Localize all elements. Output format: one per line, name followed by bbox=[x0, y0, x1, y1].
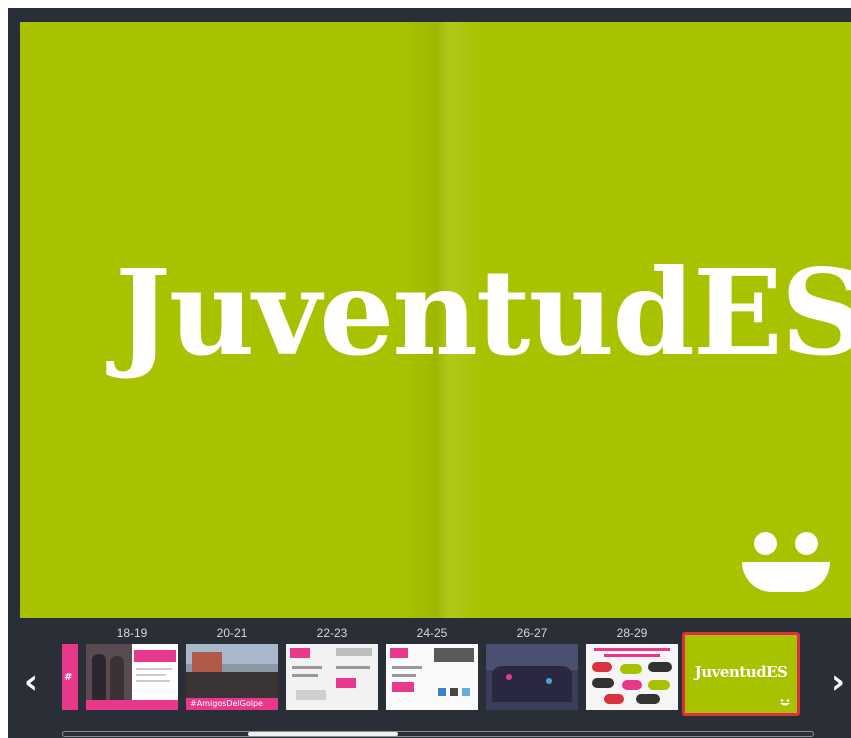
thumbnail-hashtag-text: #AmigosDelGolpe bbox=[190, 699, 263, 708]
thumbnail-22-23[interactable] bbox=[286, 644, 378, 710]
thumbnail-social-icon bbox=[438, 688, 446, 696]
thumbnail-speech-bubble bbox=[592, 662, 612, 672]
cover-title: JuventudES bbox=[115, 243, 851, 382]
smiley-eye-right bbox=[795, 532, 818, 555]
thumbnail-label-24-25: 24-25 bbox=[416, 626, 448, 640]
thumbnail-cover-title: JuventudES bbox=[694, 663, 788, 681]
thumbnail-photo-group bbox=[186, 672, 278, 700]
chevron-left-icon[interactable]: ‹ bbox=[16, 658, 46, 706]
thumbnail-photo-accent bbox=[546, 678, 552, 684]
thumbnail-speech-bubble bbox=[592, 678, 614, 688]
smiley-icon bbox=[732, 522, 840, 612]
thumbnail-speech-bubble bbox=[622, 680, 642, 690]
thumbnail-speech-bubble bbox=[648, 680, 670, 690]
thumbnail-18-19[interactable] bbox=[86, 644, 178, 710]
thumbnail-text-line bbox=[136, 674, 166, 676]
thumbnail-text-line bbox=[392, 666, 422, 669]
thumbnail-speech-bubble bbox=[620, 664, 642, 674]
thumbnail-page-partial[interactable]: # bbox=[62, 644, 78, 710]
thumbnail-28-29[interactable] bbox=[586, 644, 678, 710]
thumbnail-social-icon bbox=[450, 688, 458, 696]
thumbnail-heading-bar bbox=[290, 648, 310, 658]
chevron-right-icon[interactable]: › bbox=[823, 658, 851, 706]
thumbnail-speech-bubble bbox=[636, 694, 660, 704]
thumbnail-heading-bar bbox=[392, 682, 414, 692]
thumbnail-block bbox=[434, 648, 474, 662]
thumbnail-strip: ‹ 18-19 20-21 22-23 24-25 26-27 28-29 # bbox=[8, 618, 851, 738]
thumbnail-text-line bbox=[594, 648, 670, 651]
thumbnail-block bbox=[296, 690, 326, 700]
thumbnail-speech-bubble bbox=[604, 694, 624, 704]
smiley-eye-left bbox=[754, 532, 777, 555]
thumbnail-photo-figure bbox=[110, 656, 124, 704]
smiley-icon bbox=[780, 699, 790, 706]
thumbnail-text-line bbox=[292, 674, 318, 677]
thumbnail-label-26-27: 26-27 bbox=[516, 626, 548, 640]
thumbnail-photo-group bbox=[492, 666, 572, 702]
thumbnail-label-22-23: 22-23 bbox=[316, 626, 348, 640]
thumbnail-hash-text: # bbox=[64, 672, 73, 683]
thumbnail-text-line bbox=[136, 680, 170, 682]
thumbnail-20-21[interactable]: #AmigosDelGolpe bbox=[186, 644, 278, 710]
smiley-mouth bbox=[742, 562, 830, 592]
thumbnail-scrollbar[interactable] bbox=[62, 731, 814, 737]
thumbnail-hashtag-bar bbox=[86, 700, 178, 710]
thumbnail-26-27[interactable] bbox=[486, 644, 578, 710]
thumbnail-cover-selected[interactable]: JuventudES bbox=[682, 632, 800, 716]
thumbnail-text-line bbox=[392, 674, 416, 677]
thumbnail-label-20-21: 20-21 bbox=[216, 626, 248, 640]
page-spread[interactable]: JuventudES bbox=[20, 22, 851, 618]
thumbnail-photo-accent bbox=[506, 674, 512, 680]
thumbnail-text-line bbox=[136, 668, 172, 670]
thumbnail-text-line bbox=[292, 666, 322, 669]
thumbnail-heading-bar bbox=[390, 648, 408, 658]
thumbnail-24-25[interactable] bbox=[386, 644, 478, 710]
thumbnail-social-icon bbox=[462, 688, 470, 696]
thumbnail-block bbox=[336, 648, 372, 656]
thumbnail-speech-bubble bbox=[648, 662, 672, 672]
thumbnail-track: 18-19 20-21 22-23 24-25 26-27 28-29 # #A… bbox=[62, 618, 812, 728]
thumbnail-heading-bar bbox=[134, 650, 176, 662]
flipbook-viewer: JuventudES ‹ 18-19 20-21 22-23 24-25 26-… bbox=[8, 8, 851, 738]
scrollbar-thumb[interactable] bbox=[248, 732, 398, 736]
thumbnail-text-line bbox=[604, 654, 660, 657]
thumbnail-label-18-19: 18-19 bbox=[116, 626, 148, 640]
thumbnail-text-line bbox=[336, 666, 370, 669]
thumbnail-photo-building bbox=[192, 652, 222, 672]
thumbnail-heading-bar bbox=[336, 678, 356, 688]
thumbnail-label-28-29: 28-29 bbox=[616, 626, 648, 640]
thumbnail-photo-figure bbox=[92, 654, 106, 704]
